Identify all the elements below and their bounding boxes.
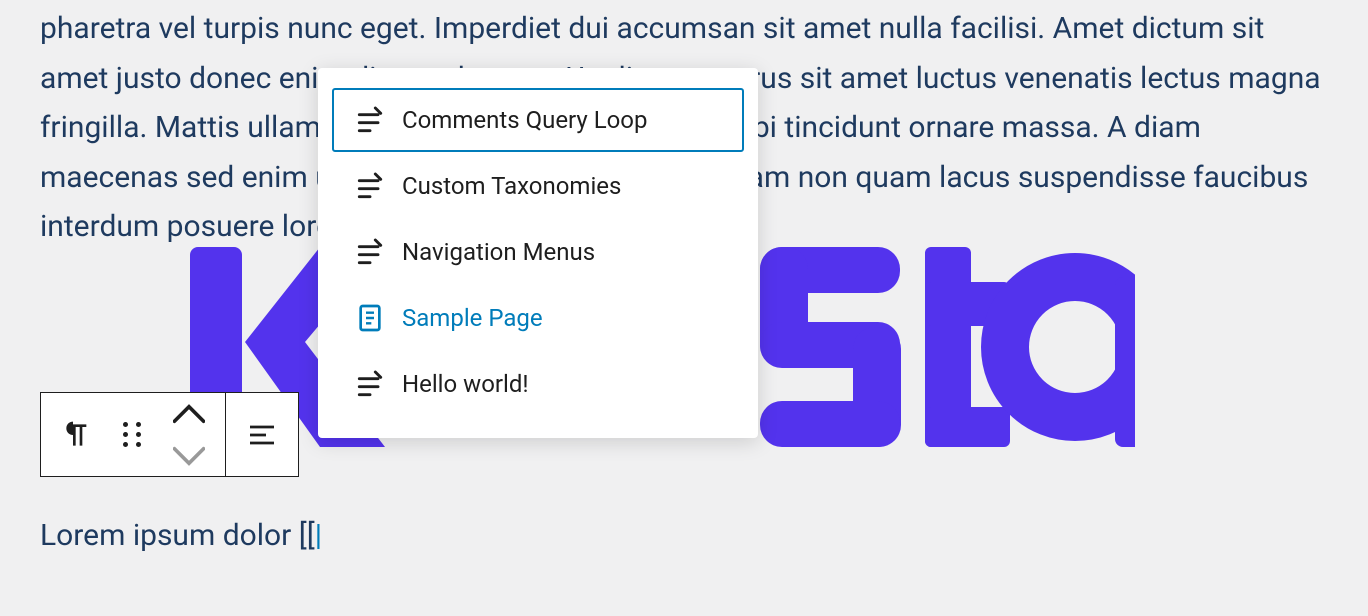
autocomplete-item[interactable]: Navigation Menus — [332, 220, 744, 284]
post-icon — [354, 104, 386, 136]
post-icon — [354, 368, 386, 400]
post-icon — [354, 170, 386, 202]
align-button[interactable] — [234, 407, 290, 463]
block-toolbar — [40, 392, 299, 477]
post-icon — [354, 236, 386, 268]
autocomplete-label: Sample Page — [402, 304, 543, 332]
autocomplete-label: Comments Query Loop — [402, 106, 647, 134]
page-icon — [354, 302, 386, 334]
align-left-icon — [246, 419, 278, 451]
editor-input-line[interactable]: Lorem ipsum dolor [[| — [40, 512, 322, 560]
autocomplete-popup: Comments Query Loop Custom Taxonomies Na… — [318, 68, 758, 438]
move-icon — [173, 398, 205, 472]
drag-handle-button[interactable] — [105, 407, 161, 463]
autocomplete-label: Navigation Menus — [402, 238, 595, 266]
autocomplete-item[interactable]: Custom Taxonomies — [332, 154, 744, 218]
autocomplete-item[interactable]: Comments Query Loop — [332, 88, 744, 152]
paragraph-icon — [61, 419, 93, 451]
block-type-button[interactable] — [49, 407, 105, 463]
input-text: Lorem ipsum dolor [[ — [40, 518, 315, 553]
autocomplete-item[interactable]: Hello world! — [332, 352, 744, 416]
autocomplete-item[interactable]: Sample Page — [332, 286, 744, 350]
autocomplete-label: Custom Taxonomies — [402, 172, 621, 200]
move-arrows-button[interactable] — [161, 407, 217, 463]
drag-icon — [123, 422, 143, 447]
text-caret: | — [315, 518, 322, 553]
autocomplete-label: Hello world! — [402, 370, 529, 398]
